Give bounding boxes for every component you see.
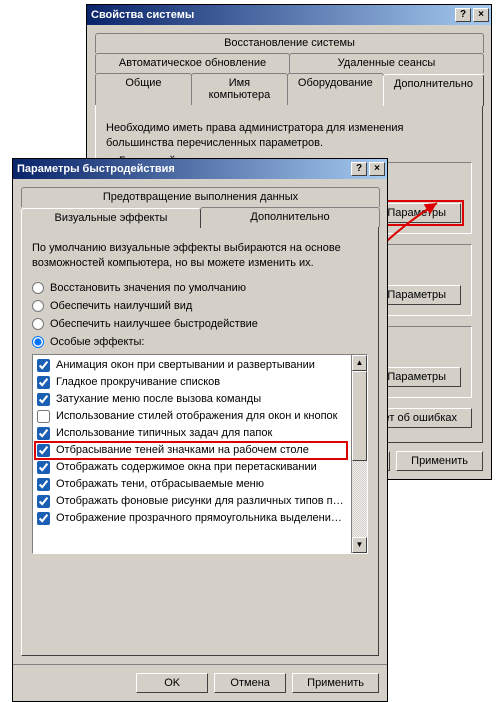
tab-advanced[interactable]: Дополнительно: [383, 74, 484, 106]
check-item[interactable]: Анимация окон при свертывании и разверты…: [35, 357, 347, 374]
apply-button[interactable]: Применить: [292, 673, 379, 693]
check-label: Использование типичных задач для папок: [56, 427, 272, 439]
scroll-down-icon[interactable]: ▼: [352, 537, 367, 553]
checkbox-input[interactable]: [37, 461, 50, 474]
radio-option[interactable]: Обеспечить наилучший вид: [32, 300, 368, 312]
ok-button[interactable]: OK: [136, 673, 208, 693]
scrollbar[interactable]: ▲ ▼: [351, 355, 367, 553]
radio-input[interactable]: [32, 318, 44, 330]
radio-input[interactable]: [32, 336, 44, 348]
tab-general[interactable]: Общие: [95, 73, 192, 105]
tab-row: Восстановление системы: [95, 33, 483, 53]
checkbox-input[interactable]: [37, 427, 50, 440]
radio-input[interactable]: [32, 300, 44, 312]
checkbox-input[interactable]: [37, 359, 50, 372]
tab-auto-update[interactable]: Автоматическое обновление: [95, 53, 290, 73]
effects-checklist[interactable]: Анимация окон при свертывании и разверты…: [32, 354, 368, 554]
titlebar[interactable]: Свойства системы ? ×: [87, 5, 491, 25]
checkbox-input[interactable]: [37, 495, 50, 508]
apply-button[interactable]: Применить: [396, 451, 483, 471]
intro-text: Необходимо иметь права администратора дл…: [106, 121, 472, 152]
check-item[interactable]: Гладкое прокручивание списков: [35, 374, 347, 391]
radio-option[interactable]: Восстановить значения по умолчанию: [32, 282, 368, 294]
radio-option[interactable]: Особые эффекты:: [32, 336, 368, 348]
tab-visual-effects[interactable]: Визуальные эффекты: [21, 208, 201, 228]
radio-option[interactable]: Обеспечить наилучшее быстродействие: [32, 318, 368, 330]
check-item[interactable]: Отображать фоновые рисунки для различных…: [35, 493, 347, 510]
radio-label: Восстановить значения по умолчанию: [50, 282, 246, 294]
check-item[interactable]: Затухание меню после вызова команды: [35, 391, 347, 408]
check-label: Затухание меню после вызова команды: [56, 393, 261, 405]
close-icon[interactable]: ×: [369, 162, 385, 176]
radio-input[interactable]: [32, 282, 44, 294]
tab-panel-visual-effects: По умолчанию визуальные эффекты выбирают…: [21, 226, 379, 656]
check-label: Анимация окон при свертывании и разверты…: [56, 359, 315, 371]
check-item[interactable]: Использование типичных задач для папок: [35, 425, 347, 442]
checkbox-input[interactable]: [37, 444, 50, 457]
check-item[interactable]: Отображать тени, отбрасываемые меню: [35, 476, 347, 493]
check-label: Отбрасывание теней значками на рабочем с…: [56, 444, 309, 456]
help-icon[interactable]: ?: [351, 162, 367, 176]
check-item[interactable]: Отображать содержимое окна при перетаски…: [35, 459, 347, 476]
window-title: Параметры быстродействия: [17, 163, 175, 175]
tab-system-restore[interactable]: Восстановление системы: [95, 33, 484, 53]
check-item[interactable]: Отображение прозрачного прямоугольника в…: [35, 510, 347, 527]
tab-hardware[interactable]: Оборудование: [287, 73, 384, 105]
check-label: Отображать фоновые рисунки для различных…: [56, 495, 344, 507]
help-icon[interactable]: ?: [455, 8, 471, 22]
scroll-thumb[interactable]: [352, 371, 367, 461]
check-label: Отображать содержимое окна при перетаски…: [56, 461, 317, 473]
check-label: Использование стилей отображения для око…: [56, 410, 337, 422]
checkbox-input[interactable]: [37, 410, 50, 423]
radio-label: Обеспечить наилучший вид: [50, 300, 192, 312]
check-label: Отображение прозрачного прямоугольника в…: [56, 512, 342, 524]
performance-options-window: Параметры быстродействия ? × Предотвраще…: [12, 158, 388, 702]
window-title: Свойства системы: [91, 9, 194, 21]
tab-remote[interactable]: Удаленные сеансы: [289, 53, 484, 73]
tab-dep[interactable]: Предотвращение выполнения данных: [21, 187, 380, 207]
cancel-button[interactable]: Отмена: [214, 673, 286, 693]
check-item[interactable]: Отбрасывание теней значками на рабочем с…: [35, 442, 347, 459]
check-label: Отображать тени, отбрасываемые меню: [56, 478, 264, 490]
tab-advanced[interactable]: Дополнительно: [200, 207, 380, 227]
description-text: По умолчанию визуальные эффекты выбирают…: [32, 241, 368, 272]
check-item[interactable]: Использование стилей отображения для око…: [35, 408, 347, 425]
checkbox-input[interactable]: [37, 478, 50, 491]
checkbox-input[interactable]: [37, 512, 50, 525]
check-label: Гладкое прокручивание списков: [56, 376, 220, 388]
scroll-up-icon[interactable]: ▲: [352, 355, 367, 371]
titlebar[interactable]: Параметры быстродействия ? ×: [13, 159, 387, 179]
tab-computer-name[interactable]: Имя компьютера: [191, 73, 288, 105]
radio-label: Особые эффекты:: [50, 336, 144, 348]
checkbox-input[interactable]: [37, 393, 50, 406]
close-icon[interactable]: ×: [473, 8, 489, 22]
radio-label: Обеспечить наилучшее быстродействие: [50, 318, 258, 330]
checkbox-input[interactable]: [37, 376, 50, 389]
